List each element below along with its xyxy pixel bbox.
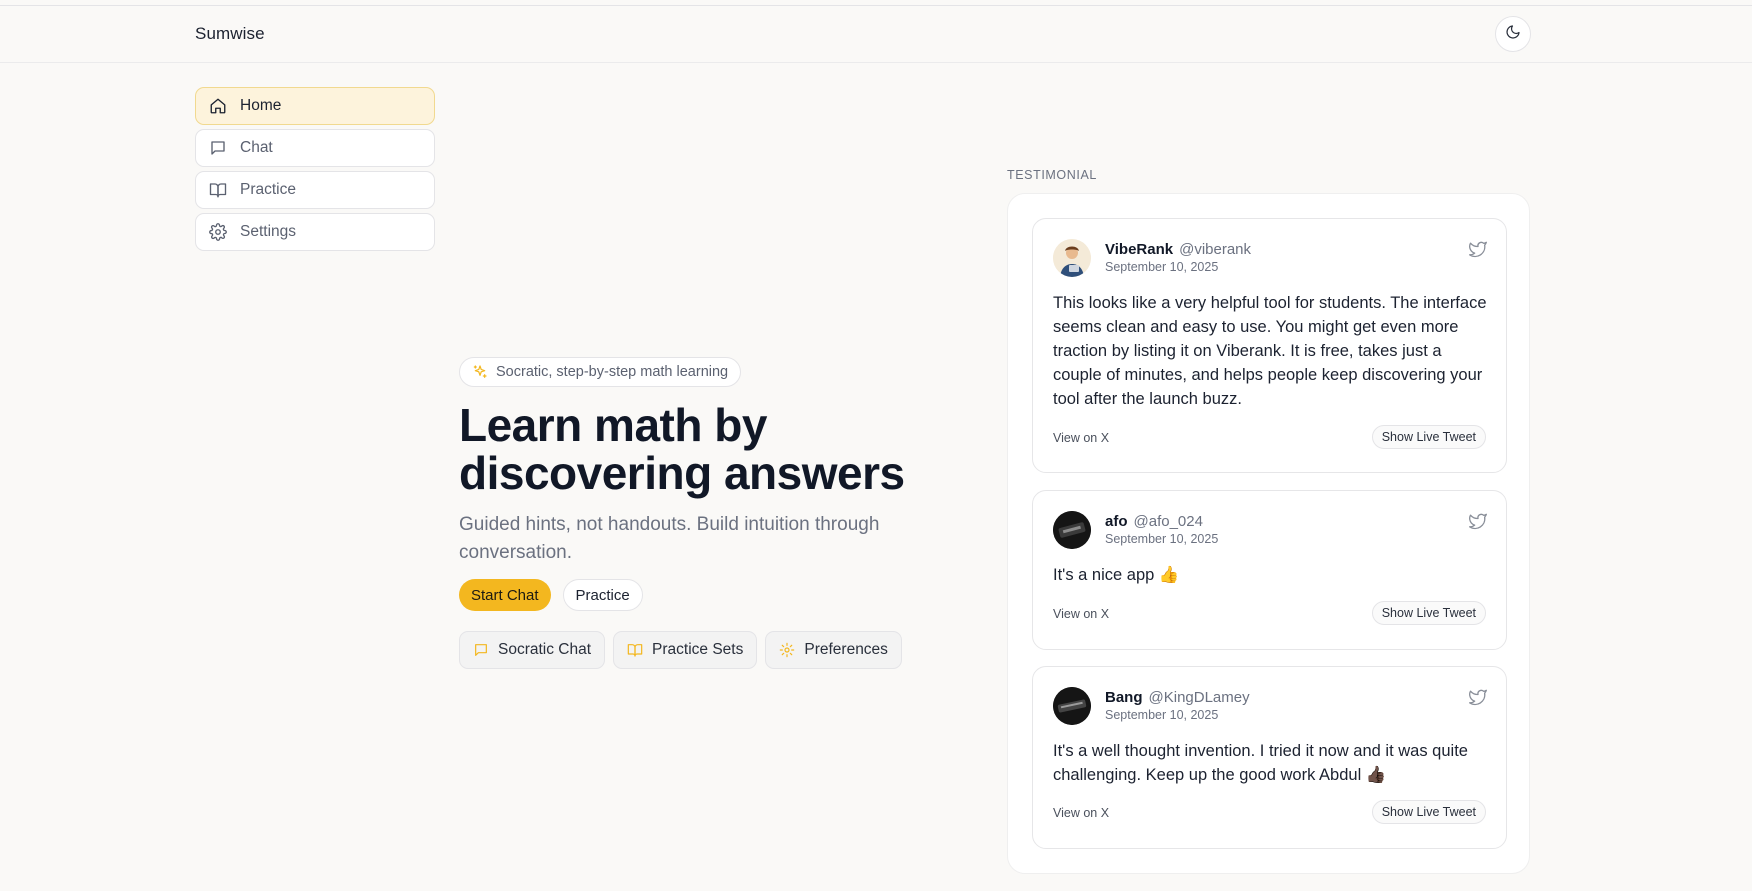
page-title-line-1: Learn math by	[459, 399, 767, 451]
practice-sets-link[interactable]: Practice Sets	[613, 631, 758, 669]
book-open-icon	[209, 181, 227, 199]
show-live-tweet-button[interactable]: Show Live Tweet	[1371, 601, 1486, 625]
chat-bubble-icon	[473, 642, 489, 658]
post-date: September 10, 2025	[1105, 260, 1219, 274]
feature-label: Socratic Chat	[498, 641, 592, 658]
preferences-link[interactable]: Preferences	[765, 631, 902, 669]
twitter-bird-icon	[1468, 239, 1488, 259]
book-open-icon	[627, 642, 643, 658]
page-title: Learn math by discovering answers	[459, 401, 939, 497]
twitter-bird-icon	[1468, 511, 1488, 531]
author-name: Bang @KingDLamey	[1105, 689, 1250, 706]
sparkle-icon	[472, 364, 488, 380]
feature-label: Preferences	[804, 641, 888, 658]
sidebar-item-settings[interactable]: Settings	[195, 213, 435, 251]
author-name: afo @afo_024	[1105, 513, 1203, 530]
theme-toggle-button[interactable]	[1495, 16, 1531, 52]
practice-button[interactable]: Practice	[562, 579, 643, 611]
author-display-name: VibeRank	[1105, 241, 1174, 258]
twitter-bird-icon	[1468, 687, 1488, 707]
avatar	[1053, 239, 1091, 277]
hero-section: Socratic, step-by-step math learning Lea…	[459, 357, 939, 669]
socratic-chat-link[interactable]: Socratic Chat	[459, 631, 606, 669]
show-live-tweet-button[interactable]: Show Live Tweet	[1371, 800, 1486, 824]
view-on-x-link[interactable]: View on X	[1053, 431, 1109, 445]
sidebar-item-label: Settings	[240, 223, 297, 240]
author-name: VibeRank @viberank	[1105, 241, 1251, 258]
testimonial-text: It's a nice app 👍	[1053, 566, 1180, 584]
home-icon	[209, 97, 227, 115]
feature-links: Socratic Chat Practice Sets Preferences	[459, 631, 939, 669]
avatar	[1053, 511, 1091, 549]
start-chat-button[interactable]: Start Chat	[459, 579, 551, 611]
tagline-text: Socratic, step-by-step math learning	[496, 364, 729, 380]
sidebar: Home Chat Practice Settings	[195, 87, 435, 255]
testimonial-card: VibeRank @viberank September 10, 2025 Thi…	[1032, 218, 1507, 473]
cta-row: Start Chat Practice	[459, 579, 939, 611]
feature-label: Practice Sets	[652, 641, 744, 658]
view-on-x-link[interactable]: View on X	[1053, 806, 1109, 820]
view-on-x-link[interactable]: View on X	[1053, 607, 1109, 621]
testimonial-text: It's a well thought invention. I tried i…	[1053, 742, 1468, 784]
sidebar-item-chat[interactable]: Chat	[195, 129, 435, 167]
chat-bubble-icon	[209, 139, 227, 157]
author-handle: @viberank	[1179, 241, 1252, 258]
testimonial-section-label: TESTIMONIAL	[1007, 168, 1097, 182]
sidebar-item-home[interactable]: Home	[195, 87, 435, 125]
author-display-name: Bang	[1105, 689, 1143, 706]
post-date: September 10, 2025	[1105, 708, 1219, 722]
testimonial-panel: VibeRank @viberank September 10, 2025 Thi…	[1007, 193, 1530, 874]
sidebar-item-label: Practice	[240, 181, 296, 198]
avatar	[1053, 687, 1091, 725]
moon-icon	[1505, 24, 1521, 45]
gear-icon	[779, 642, 795, 658]
testimonial-text: This looks like a very helpful tool for …	[1053, 294, 1487, 408]
author-handle: @KingDLamey	[1148, 689, 1250, 706]
top-bar: Sumwise	[0, 6, 1752, 63]
gear-icon	[209, 223, 227, 241]
sidebar-item-practice[interactable]: Practice	[195, 171, 435, 209]
brand-name[interactable]: Sumwise	[195, 24, 265, 44]
post-date: September 10, 2025	[1105, 532, 1219, 546]
author-handle: @afo_024	[1133, 513, 1203, 530]
hero-subtitle: Guided hints, not handouts. Build intuit…	[459, 514, 880, 563]
page-title-line-2: discovering answers	[459, 447, 905, 499]
sidebar-item-label: Chat	[240, 139, 273, 156]
tagline-pill: Socratic, step-by-step math learning	[459, 357, 742, 387]
sidebar-item-label: Home	[240, 97, 282, 114]
show-live-tweet-button[interactable]: Show Live Tweet	[1371, 425, 1486, 449]
author-display-name: afo	[1105, 513, 1128, 530]
testimonial-card: Bang @KingDLamey September 10, 2025 It's …	[1032, 666, 1507, 849]
testimonial-card: afo @afo_024 September 10, 2025 It's a ni…	[1032, 490, 1507, 650]
